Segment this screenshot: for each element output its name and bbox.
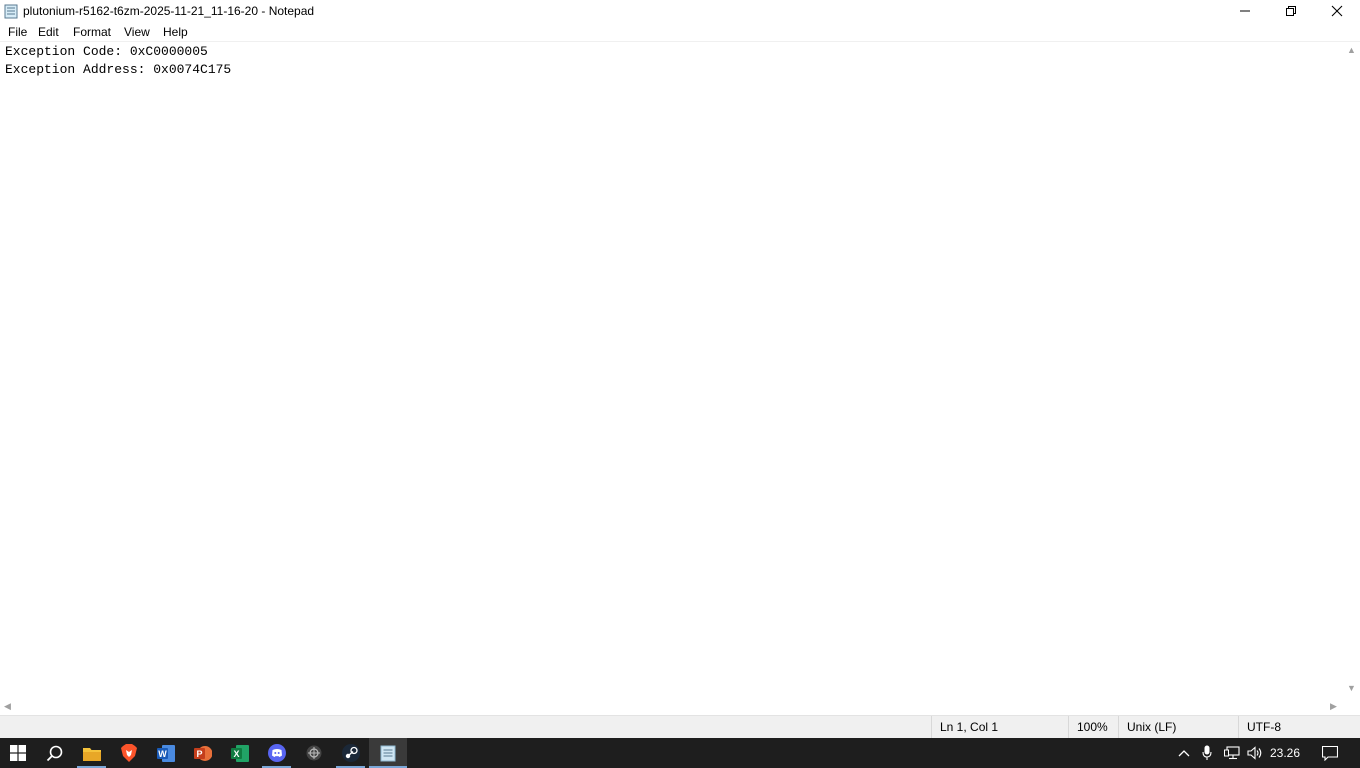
tray-network[interactable] [1222,738,1242,768]
taskbar: W P X 23.26 [0,738,1360,768]
restore-icon [1286,6,1296,16]
word-icon: W [156,744,175,762]
steam-icon [341,744,360,762]
notification-icon [1322,745,1338,761]
restore-button[interactable] [1268,0,1314,22]
microphone-icon [1202,745,1212,760]
show-hidden-icons-button[interactable] [1174,738,1194,768]
notepad-icon [380,745,396,761]
taskbar-excel[interactable]: X [221,738,258,768]
editor-line: Exception Address: 0x0074C175 [5,62,232,77]
title-bar[interactable]: plutonium-r5162-t6zm-2025-11-21_11-16-20… [0,0,1360,23]
close-icon [1331,5,1343,17]
speaker-icon [1247,746,1262,760]
powerpoint-icon: P [193,745,212,761]
scroll-corner [1343,698,1360,715]
menu-format[interactable]: Format [71,25,113,39]
svg-text:W: W [158,749,167,759]
tray-microphone[interactable] [1198,738,1216,768]
taskbar-powerpoint[interactable]: P [184,738,221,768]
vertical-scrollbar[interactable]: ▲ ▼ [1343,42,1360,698]
taskbar-discord[interactable] [258,738,295,768]
status-cursor-position: Ln 1, Col 1 [931,716,1068,738]
app-icon [306,745,321,761]
horizontal-scrollbar[interactable]: ◀ ▶ [0,698,1343,715]
status-line-ending: Unix (LF) [1118,716,1238,738]
taskbar-file-explorer[interactable] [73,738,110,768]
search-icon [46,745,63,761]
status-bar: Ln 1, Col 1 100% Unix (LF) UTF-8 [0,715,1360,738]
scroll-right-icon[interactable]: ▶ [1330,702,1337,711]
taskbar-word[interactable]: W [147,738,184,768]
notepad-icon [4,4,18,19]
chevron-up-icon [1178,750,1190,757]
svg-text:P: P [196,749,202,759]
scroll-down-icon[interactable]: ▼ [1347,684,1356,693]
menu-help[interactable]: Help [161,25,190,39]
action-center-button[interactable] [1315,738,1345,768]
menu-view[interactable]: View [122,25,152,39]
text-editor[interactable]: Exception Code: 0xC0000005 Exception Add… [0,42,1343,698]
network-icon [1224,746,1240,760]
close-button[interactable] [1314,0,1360,22]
scroll-left-icon[interactable]: ◀ [4,702,11,711]
menu-file[interactable]: File [6,25,29,39]
svg-text:X: X [233,749,239,759]
taskbar-app[interactable] [295,738,332,768]
taskbar-steam[interactable] [332,738,369,768]
brave-browser-icon [120,744,137,762]
excel-icon: X [230,744,249,762]
start-button[interactable] [0,738,36,768]
window-title: plutonium-r5162-t6zm-2025-11-21_11-16-20… [23,4,315,18]
minimize-button[interactable] [1222,0,1268,22]
taskbar-notepad[interactable] [369,738,407,768]
file-explorer-icon [82,747,101,761]
taskbar-clock[interactable]: 23.26 [1270,738,1300,768]
menu-bar: File Edit Format View Help [0,23,1360,42]
start-icon [10,745,26,761]
search-button[interactable] [36,738,73,768]
status-zoom: 100% [1068,716,1118,738]
menu-edit[interactable]: Edit [36,25,61,39]
tray-volume[interactable] [1245,738,1265,768]
minimize-icon [1240,10,1250,12]
taskbar-brave[interactable] [110,738,147,768]
scroll-up-icon[interactable]: ▲ [1347,46,1356,55]
discord-icon [267,744,286,762]
status-encoding: UTF-8 [1238,716,1360,738]
editor-line: Exception Code: 0xC0000005 [5,44,208,59]
